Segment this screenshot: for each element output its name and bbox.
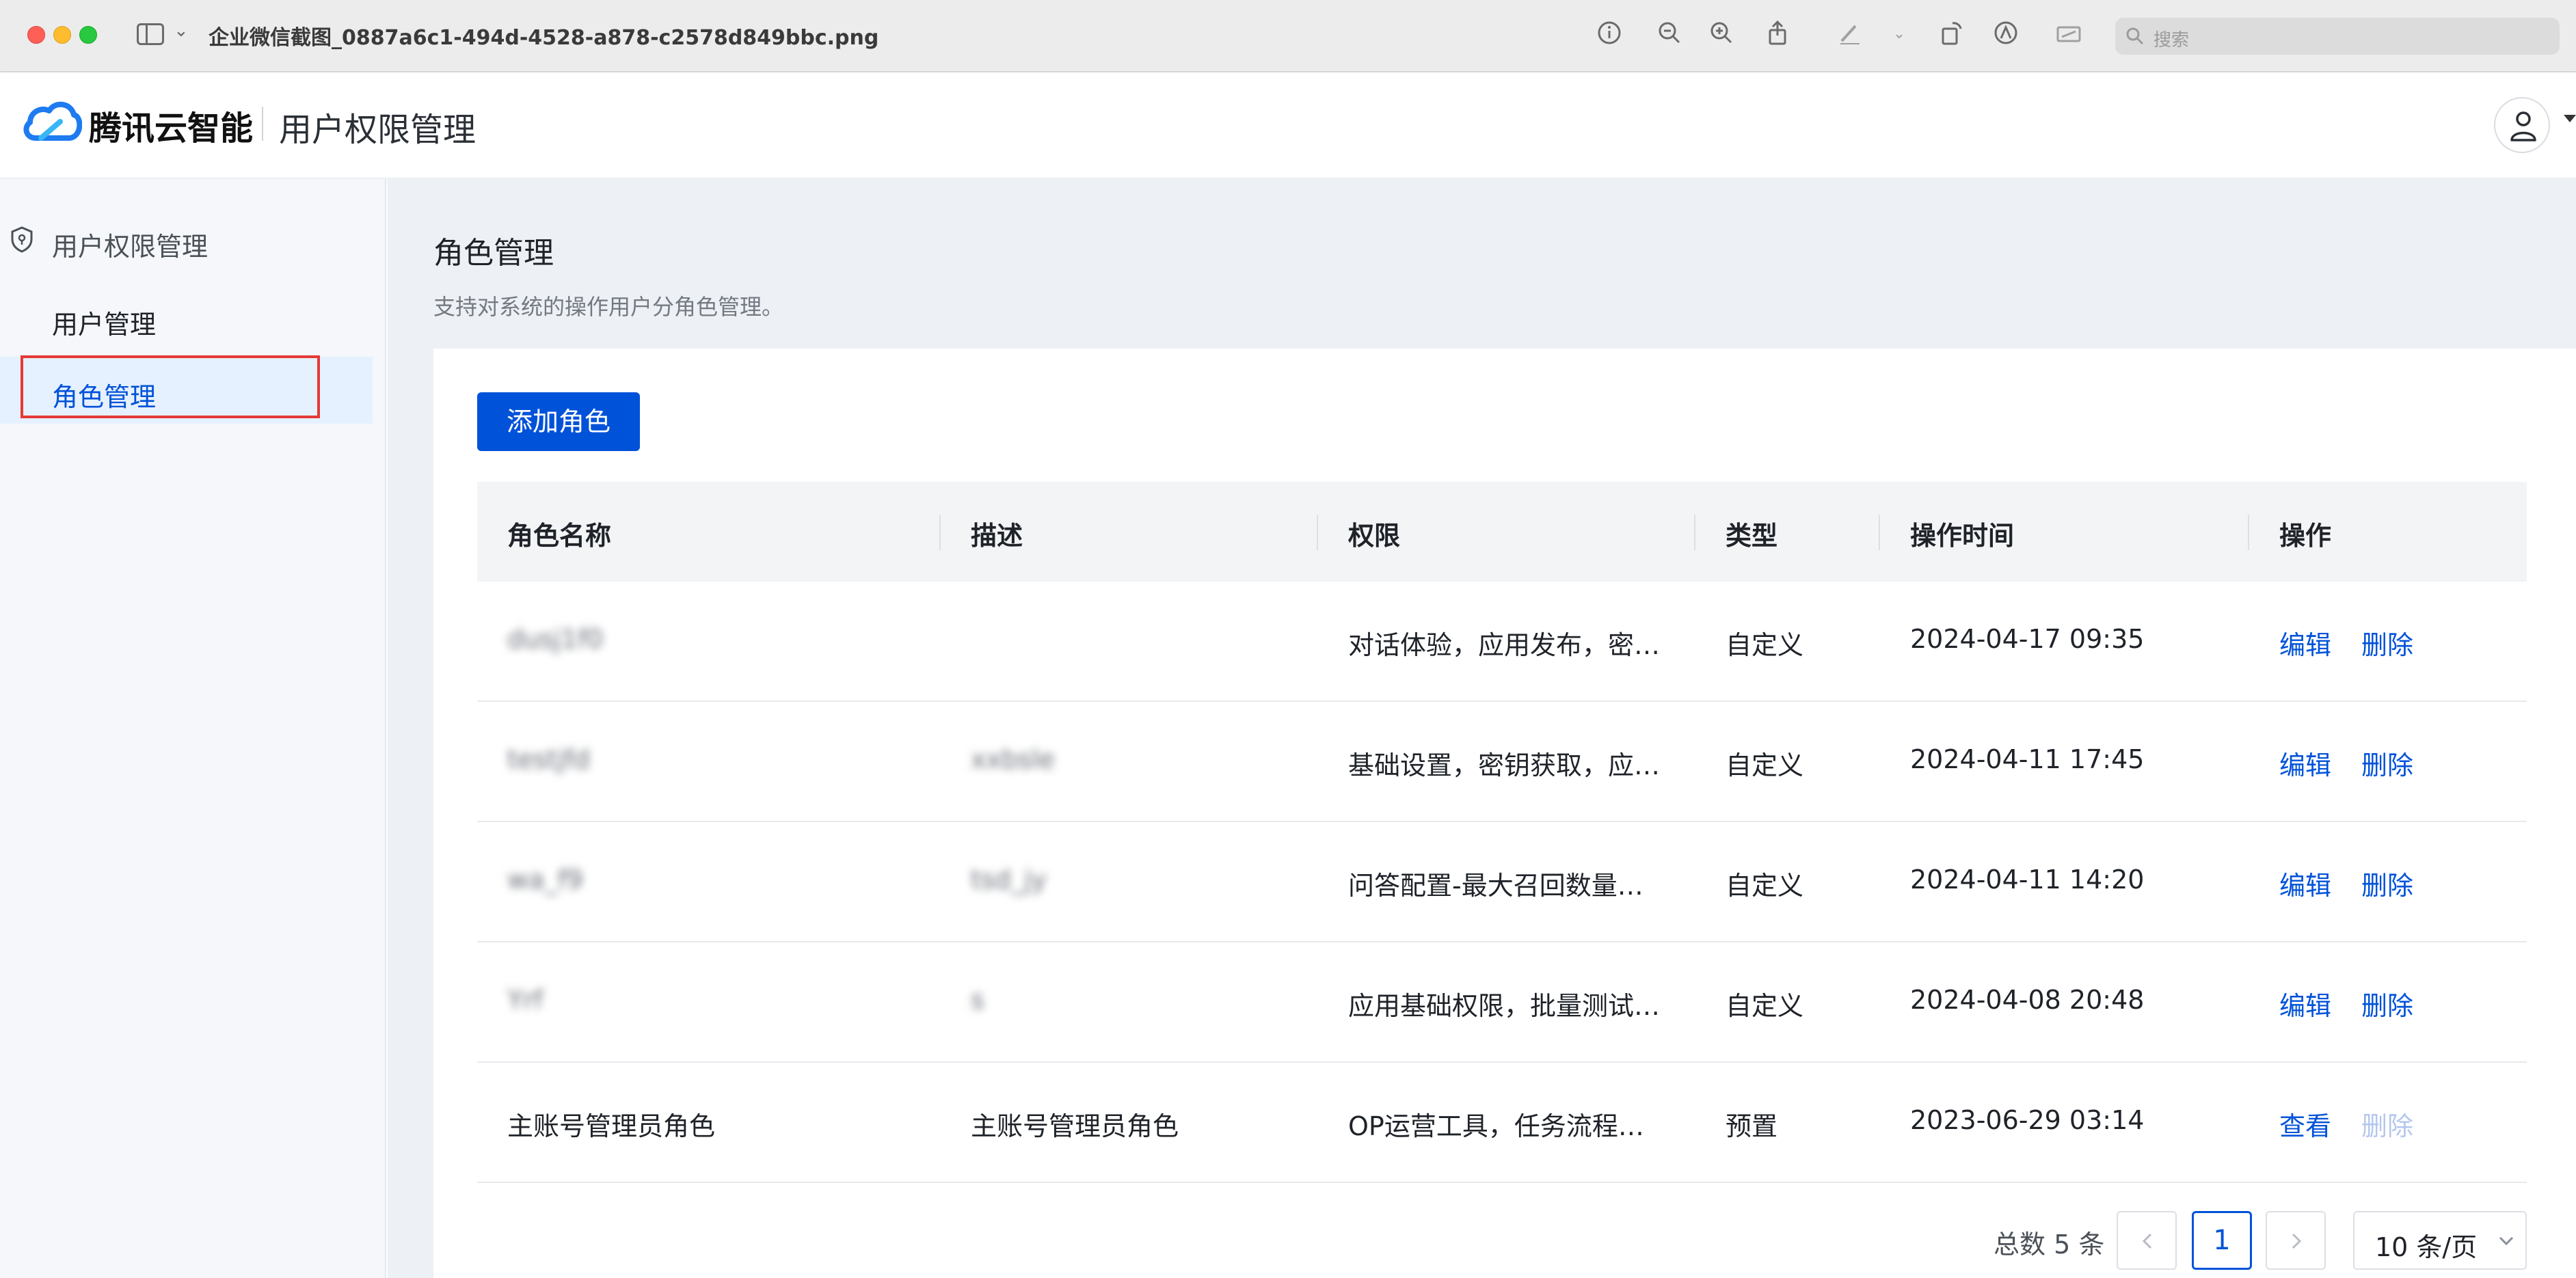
table-row: 主账号管理员角色 主账号管理员角色 OP运营工具，任务流程… 预置 2023-0…: [477, 1063, 2527, 1183]
edit-role-link[interactable]: 编辑: [2279, 744, 2331, 782]
edit-role-link[interactable]: 编辑: [2279, 865, 2331, 902]
role-time-cell: 2024-04-08 20:48: [1910, 985, 2145, 1015]
role-permissions-cell: 基础设置，密钥获取，应…: [1348, 750, 1661, 780]
role-type-cell: 预置: [1726, 1111, 1778, 1141]
prev-page-button[interactable]: [2117, 1211, 2177, 1270]
column-header-type[interactable]: 类型: [1726, 515, 1777, 552]
next-page-button[interactable]: [2266, 1211, 2326, 1270]
annotate-icon[interactable]: [1991, 19, 2021, 49]
page-subtitle: 支持对系统的操作用户分角色管理。: [433, 294, 784, 320]
role-type-cell: 自定义: [1726, 991, 1804, 1021]
column-header-permissions[interactable]: 权限: [1348, 515, 1400, 552]
zoom-out-icon[interactable]: [1654, 19, 1685, 49]
role-permissions-cell: 对话体验，应用发布，密…: [1348, 630, 1661, 660]
column-header-time[interactable]: 操作时间: [1910, 515, 2014, 552]
role-description-cell: tsd_jy: [971, 865, 1047, 895]
role-name-cell: wa_f9: [507, 865, 583, 895]
role-permissions-cell: 应用基础权限，批量测试…: [1348, 991, 1661, 1021]
markup-chevron-icon[interactable]: ⌄: [1884, 19, 1914, 49]
share-icon[interactable]: [1762, 19, 1793, 49]
highlight-box: [21, 355, 320, 418]
page-size-select[interactable]: 10 条/页: [2353, 1211, 2527, 1270]
minimize-window-button[interactable]: [53, 26, 71, 44]
table-row: testjfd xxbsle 基础设置，密钥获取，应… 自定义 2024-04-…: [477, 702, 2527, 822]
user-icon: [2510, 111, 2536, 141]
chevron-right-icon: [2292, 1233, 2302, 1249]
pagination-total: 总数 5 条: [1994, 1229, 2105, 1260]
zoom-window-button[interactable]: [79, 26, 97, 44]
role-name-cell: dusj1f0: [507, 624, 604, 654]
sidebar-group-label: 用户权限管理: [52, 232, 209, 262]
search-placeholder: 搜索: [2154, 30, 2190, 51]
page-number-current[interactable]: 1: [2192, 1211, 2252, 1270]
role-name-cell: Yrf: [507, 985, 544, 1015]
window-filename: 企业微信截图_0887a6c1-494d-4528-a878-c2578d849…: [209, 26, 879, 50]
role-permissions-cell: 问答配置-最大召回数量…: [1348, 871, 1643, 901]
page-header-area: [388, 179, 2576, 349]
view-role-link[interactable]: 查看: [2279, 1105, 2331, 1143]
role-type-cell: 自定义: [1726, 750, 1804, 780]
app-header: 腾讯云智能 用户权限管理: [0, 72, 2576, 179]
chevron-left-icon: [2142, 1233, 2152, 1249]
shield-icon: [11, 226, 33, 253]
edit-role-link[interactable]: 编辑: [2279, 985, 2331, 1022]
role-time-cell: 2024-04-17 09:35: [1910, 624, 2145, 654]
column-divider: [1317, 515, 1318, 550]
role-time-cell: 2024-04-11 17:45: [1910, 744, 2145, 774]
page-title: 角色管理: [433, 236, 554, 271]
sidebar-toggle-icon[interactable]: [137, 23, 164, 45]
column-divider: [1879, 515, 1880, 550]
sidebar-item-label: 用户管理: [52, 310, 157, 340]
app-title: 用户权限管理: [279, 111, 477, 149]
column-header-description[interactable]: 描述: [971, 515, 1023, 552]
column-header-name[interactable]: 角色名称: [507, 515, 611, 552]
column-divider: [2248, 515, 2249, 550]
delete-role-link[interactable]: 删除: [2361, 624, 2413, 662]
table-row: wa_f9 tsd_jy 问答配置-最大召回数量… 自定义 2024-04-11…: [477, 822, 2527, 942]
role-permissions-cell: OP运营工具，任务流程…: [1348, 1111, 1644, 1141]
role-description-cell: 主账号管理员角色: [971, 1111, 1179, 1141]
page-size-value: 10 条/页: [2375, 1232, 2478, 1262]
close-window-button[interactable]: [27, 26, 45, 44]
header-divider: [262, 107, 263, 141]
column-header-actions: 操作: [2279, 521, 2332, 551]
column-divider: [1694, 515, 1695, 550]
table-header: 角色名称 描述 权限 类型 操作时间 操作: [477, 482, 2527, 582]
role-type-cell: 自定义: [1726, 871, 1804, 901]
role-name-cell: testjfd: [507, 744, 591, 774]
edit-role-link[interactable]: 编辑: [2279, 624, 2331, 662]
table-row: Yrf s 应用基础权限，批量测试… 自定义 2024-04-08 20:48 …: [477, 942, 2527, 1063]
user-avatar[interactable]: [2494, 97, 2550, 153]
logo-text: 腾讯云智能: [89, 109, 254, 148]
search-icon: [2126, 27, 2144, 45]
info-icon[interactable]: [1594, 19, 1624, 49]
rotate-icon[interactable]: [1936, 19, 1966, 49]
add-role-button[interactable]: 添加角色: [477, 392, 640, 451]
signature-icon[interactable]: [2054, 19, 2084, 49]
chevron-down-icon: [2499, 1236, 2514, 1246]
zoom-in-icon[interactable]: [1706, 19, 1736, 49]
column-divider: [939, 515, 941, 550]
sidebar-item-users[interactable]: 用户管理: [0, 284, 373, 351]
content-gutter: [388, 349, 433, 1278]
delete-role-link[interactable]: 删除: [2361, 865, 2413, 902]
tencent-cloud-logo-icon[interactable]: [21, 97, 82, 146]
role-name-cell: 主账号管理员角色: [507, 1111, 716, 1141]
delete-role-link[interactable]: 删除: [2361, 985, 2413, 1022]
markup-pen-icon[interactable]: [1835, 19, 1865, 49]
delete-role-link[interactable]: 删除: [2361, 744, 2413, 782]
role-time-cell: 2023-06-29 03:14: [1910, 1105, 2145, 1135]
table-row: dusj1f0 对话体验，应用发布，密… 自定义 2024-04-17 09:3…: [477, 582, 2527, 702]
role-description-cell: xxbsle: [971, 744, 1055, 774]
window-titlebar: ⌄ 企业微信截图_0887a6c1-494d-4528-a878-c2578d8…: [0, 0, 2576, 72]
delete-role-link-disabled: 删除: [2361, 1111, 2414, 1141]
toolbar-search-field[interactable]: 搜索: [2115, 18, 2560, 55]
chevron-down-icon[interactable]: ⌄: [174, 21, 189, 41]
role-description-cell: s: [971, 985, 984, 1015]
role-type-cell: 自定义: [1726, 630, 1804, 660]
caret-down-icon[interactable]: [2564, 115, 2576, 122]
role-time-cell: 2024-04-11 14:20: [1910, 865, 2145, 895]
